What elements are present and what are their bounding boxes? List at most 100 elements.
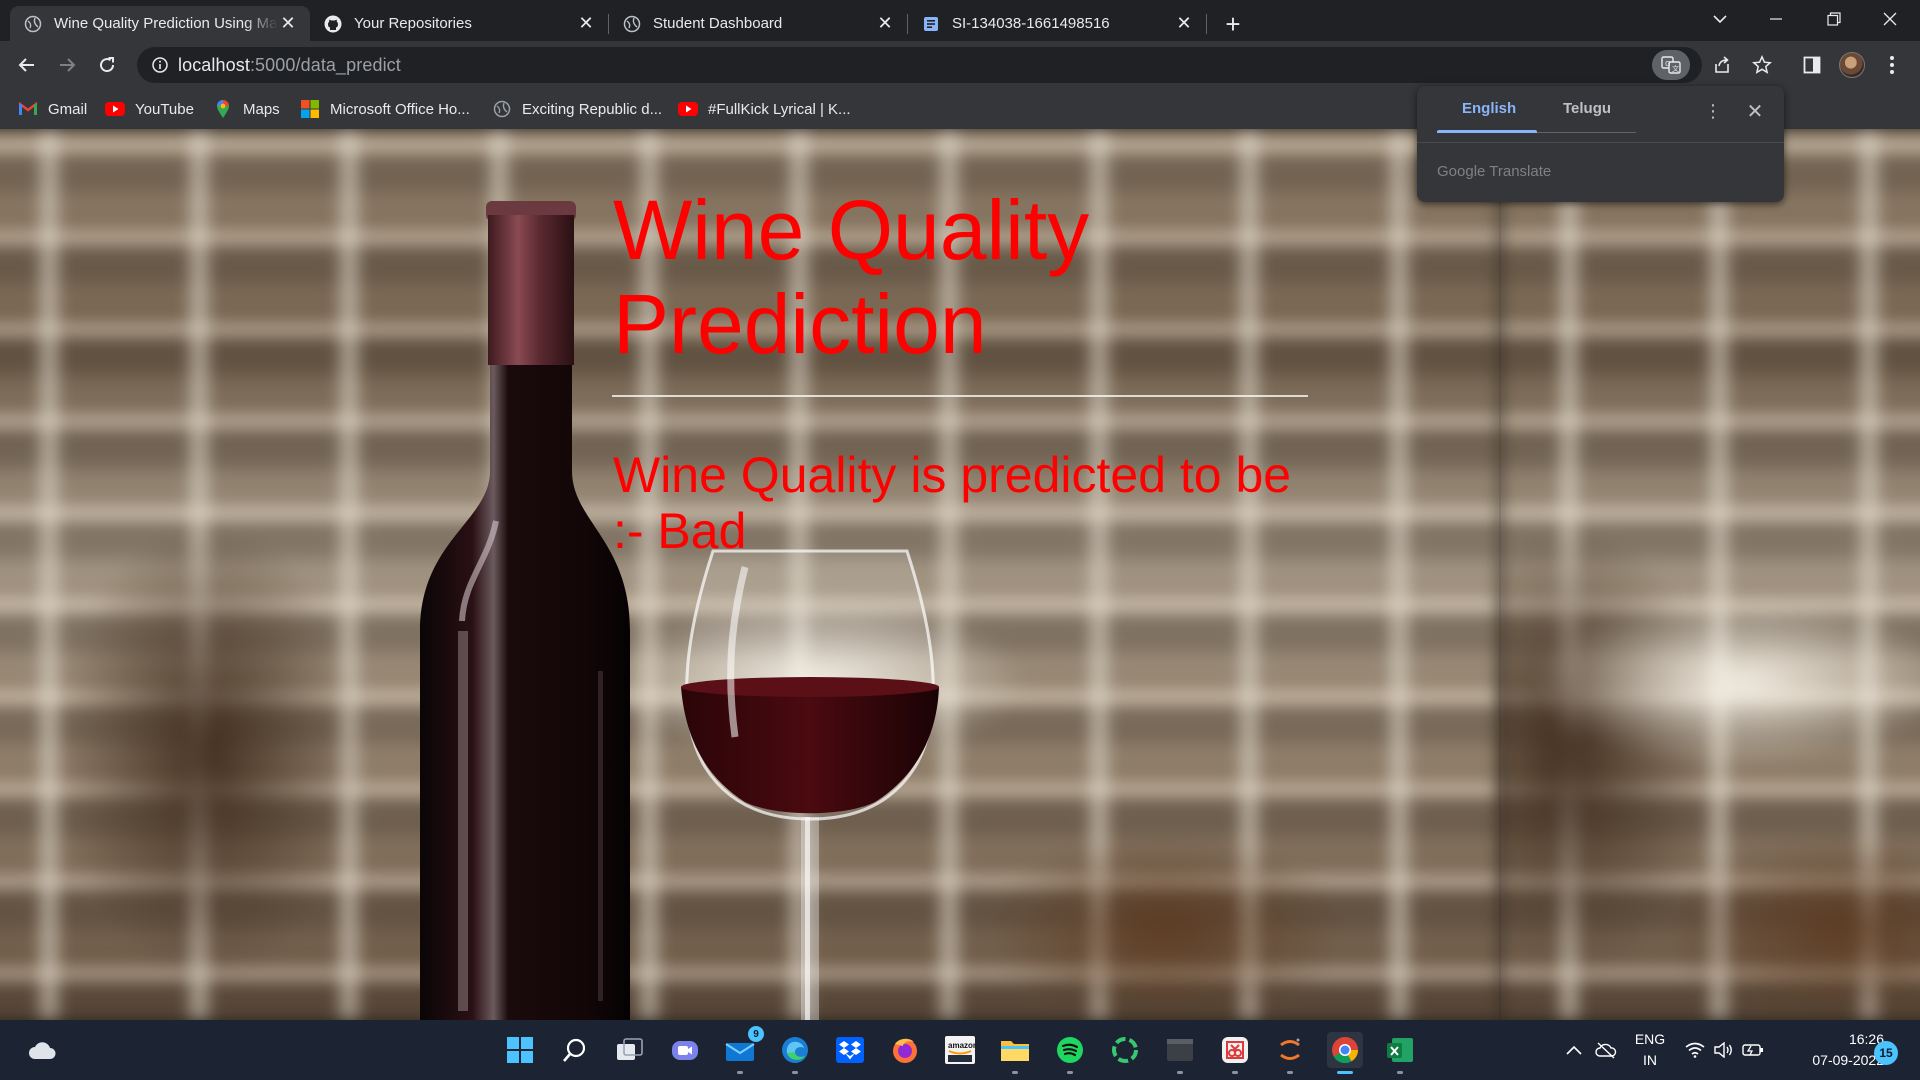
url-text: localhost:5000/data_predict	[178, 55, 401, 76]
teams-chat-icon[interactable]	[667, 1032, 703, 1068]
firefox-icon[interactable]	[887, 1032, 923, 1068]
start-button[interactable]	[502, 1032, 538, 1068]
mail-icon[interactable]: 9	[722, 1026, 764, 1074]
bookmark-maps[interactable]: Maps	[213, 98, 280, 120]
language-indicator[interactable]: ENG IN	[1630, 1029, 1670, 1071]
background-image-repeat	[1500, 129, 1920, 1020]
windows-taskbar: 9 amazon ENG IN 16:26 07-09-2022	[0, 1020, 1920, 1080]
terminal-icon[interactable]	[1162, 1032, 1198, 1074]
jupyter-icon[interactable]	[1272, 1032, 1308, 1074]
prediction-result: Wine Quality is predicted to be :- Bad	[613, 447, 1292, 559]
bookmark-label: Maps	[243, 100, 280, 118]
tab-your-repositories[interactable]: Your Repositories ✕	[310, 6, 608, 41]
info-icon[interactable]	[151, 56, 169, 74]
address-bar[interactable]: localhost:5000/data_predict G文	[137, 47, 1702, 83]
tab-student-dashboard[interactable]: Student Dashboard ✕	[609, 6, 907, 41]
bookmark-label: #FullKick Lyrical | K...	[708, 100, 851, 118]
translate-source-language-tab[interactable]: English	[1462, 100, 1516, 124]
file-explorer-icon[interactable]	[997, 1032, 1033, 1074]
profile-avatar[interactable]	[1836, 49, 1868, 81]
side-panel-icon[interactable]	[1796, 49, 1828, 81]
minimize-button[interactable]	[1748, 0, 1804, 38]
dropbox-icon[interactable]	[832, 1032, 868, 1068]
clock-date: 07-09-2022	[1812, 1052, 1884, 1068]
translate-popup: English Telugu ⋮ ✕ Google Translate	[1417, 86, 1784, 202]
tab-wine-quality[interactable]: Wine Quality Prediction Using Machine Le…	[10, 6, 310, 41]
menu-icon[interactable]	[1876, 49, 1908, 81]
search-icon[interactable]	[557, 1032, 593, 1068]
close-icon[interactable]: ✕	[1174, 13, 1194, 34]
amazon-icon[interactable]: amazon	[942, 1032, 978, 1068]
back-button[interactable]	[11, 49, 43, 81]
tab-search-icon[interactable]	[1692, 0, 1748, 38]
translate-icon[interactable]: G文	[1652, 50, 1690, 80]
browser-toolbar: localhost:5000/data_predict G文	[0, 41, 1920, 89]
tab-separator	[1206, 14, 1207, 34]
tab-si-document[interactable]: SI-134038-1661498516 ✕	[908, 6, 1206, 41]
globe-icon	[24, 15, 42, 33]
bookmark-fullkick-lyrical[interactable]: #FullKick Lyrical | K...	[678, 98, 851, 120]
task-view-icon[interactable]	[612, 1032, 648, 1068]
close-window-button[interactable]	[1862, 0, 1918, 38]
battery-icon[interactable]	[1740, 1020, 1766, 1080]
bookmark-label: YouTube	[135, 100, 194, 118]
running-indicator	[737, 1071, 743, 1074]
translate-divider	[1417, 142, 1784, 143]
new-tab-button[interactable]: +	[1218, 9, 1248, 39]
weather-icon[interactable]	[24, 1032, 60, 1068]
snipping-tool-icon[interactable]	[1217, 1032, 1253, 1074]
translate-tab-indicator	[1437, 130, 1537, 133]
sync-app-icon[interactable]	[1107, 1032, 1143, 1068]
running-indicator	[1232, 1071, 1238, 1074]
forward-button[interactable]	[51, 49, 83, 81]
chrome-icon[interactable]	[1327, 1032, 1363, 1074]
tab-title: Your Repositories	[354, 15, 472, 32]
bookmark-exciting-republic[interactable]: Exciting Republic d...	[492, 98, 662, 120]
clock-time: 16:26	[1848, 1031, 1884, 1047]
svg-text:G: G	[1665, 60, 1670, 68]
reload-button[interactable]	[91, 49, 123, 81]
running-indicator	[1337, 1071, 1353, 1074]
svg-text:amazon: amazon	[948, 1041, 975, 1050]
youtube-icon	[105, 99, 125, 119]
bookmark-gmail[interactable]: Gmail	[18, 98, 87, 120]
svg-text:文: 文	[1672, 64, 1679, 73]
github-icon	[324, 15, 342, 33]
taskbar-clock[interactable]: 16:26 07-09-2022	[1774, 1029, 1884, 1071]
close-icon[interactable]: ✕	[875, 13, 895, 34]
language-code: ENG	[1634, 1031, 1666, 1047]
background-seam	[1499, 129, 1501, 1020]
volume-icon[interactable]	[1711, 1020, 1737, 1080]
close-icon[interactable]: ✕	[1744, 98, 1766, 124]
running-indicator	[1177, 1071, 1183, 1074]
excel-icon[interactable]	[1382, 1032, 1418, 1074]
edge-icon[interactable]	[777, 1032, 813, 1074]
tab-title: Student Dashboard	[653, 15, 783, 32]
restore-button[interactable]	[1806, 0, 1862, 38]
bookmark-label: Exciting Republic d...	[522, 100, 663, 118]
page-viewport: Wine Quality Prediction Wine Quality is …	[0, 129, 1920, 1020]
google-translate-label: Google Translate	[1437, 163, 1552, 180]
running-indicator	[792, 1071, 798, 1074]
more-options-icon[interactable]: ⋮	[1702, 98, 1724, 124]
bookmark-youtube[interactable]: YouTube	[105, 98, 194, 120]
spotify-icon[interactable]	[1052, 1032, 1088, 1074]
youtube-icon	[678, 99, 698, 119]
bookmark-label: Gmail	[48, 100, 88, 118]
bookmark-microsoft-office[interactable]: Microsoft Office Ho...	[300, 98, 470, 120]
bookmark-label: Microsoft Office Ho...	[330, 100, 470, 118]
url-path: :5000/data_predict	[249, 55, 401, 75]
close-icon[interactable]: ✕	[278, 13, 298, 34]
onedrive-offline-icon[interactable]	[1592, 1020, 1620, 1080]
share-icon[interactable]	[1710, 53, 1734, 77]
running-indicator	[1012, 1071, 1018, 1074]
url-host: localhost	[178, 55, 250, 75]
close-icon[interactable]: ✕	[576, 13, 596, 34]
notification-count-badge[interactable]: 15	[1874, 1041, 1898, 1065]
maps-icon	[213, 99, 233, 119]
star-icon[interactable]	[1750, 53, 1774, 77]
translate-target-language-tab[interactable]: Telugu	[1563, 100, 1611, 124]
chevron-up-icon[interactable]	[1562, 1020, 1586, 1080]
wifi-icon[interactable]	[1682, 1020, 1708, 1080]
running-indicator	[1287, 1071, 1293, 1074]
